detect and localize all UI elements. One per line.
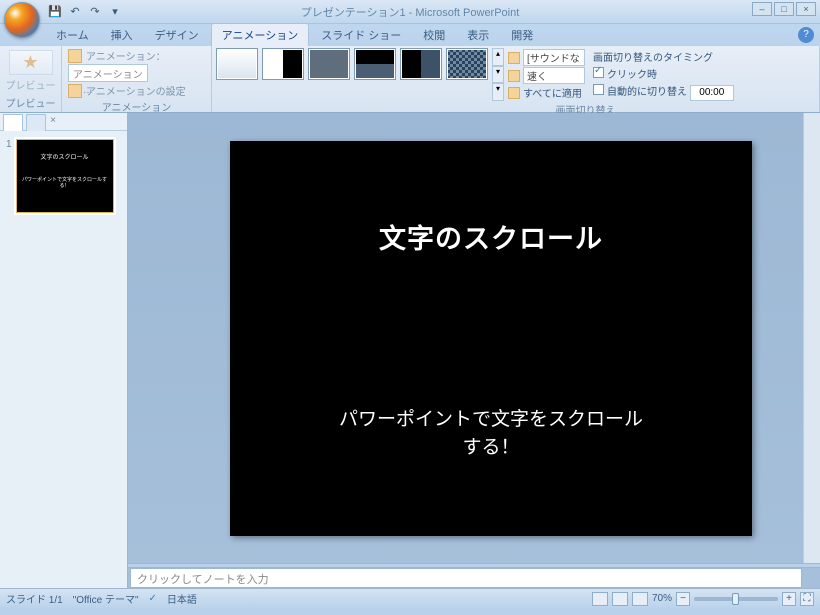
zoom-value[interactable]: 70% xyxy=(652,593,672,604)
animation-settings-row[interactable]: アニメーションの設定 xyxy=(68,83,205,98)
preview-icon[interactable]: ★ xyxy=(9,50,53,75)
slideshow-view-icon[interactable] xyxy=(632,592,648,606)
tab-slideshow[interactable]: スライド ショー xyxy=(311,24,411,46)
transition-none[interactable] xyxy=(216,48,258,80)
transition-gallery: ▴ ▾ ▾ xyxy=(216,48,504,101)
ribbon-tabs: ホーム 挿入 デザイン アニメーション スライド ショー 校閲 表示 開発 ? xyxy=(0,24,820,46)
apply-all-icon xyxy=(508,87,520,99)
status-slide: スライド 1/1 xyxy=(6,591,63,606)
close-button[interactable]: × xyxy=(796,2,816,16)
fit-window-icon[interactable]: ⛶ xyxy=(800,592,814,606)
slide-canvas[interactable]: 文字のスクロール パワーポイントで文字をスクロールする！ xyxy=(230,141,752,536)
window-title: プレゼンテーション1 - Microsoft PowerPoint xyxy=(301,4,520,20)
sorter-view-icon[interactable] xyxy=(612,592,628,606)
slide-panel: × 1 文字のスクロール パワーポイントで文字をスクロールする！ xyxy=(0,113,128,588)
ribbon-group-transition: ▴ ▾ ▾ [サウンドなし] 速く すべてに適用 画面切り替えのタイミング クリ… xyxy=(212,46,820,112)
tab-design[interactable]: デザイン xyxy=(145,24,209,46)
tab-animation[interactable]: アニメーション xyxy=(211,23,310,46)
slide-title-text[interactable]: 文字のスクロール xyxy=(379,217,603,256)
vertical-scrollbar[interactable] xyxy=(803,113,820,563)
animation-label: アニメーション： xyxy=(86,48,166,63)
maximize-button[interactable]: □ xyxy=(774,2,794,16)
notes-pane[interactable]: クリックしてノートを入力 xyxy=(130,568,802,588)
tab-review[interactable]: 校閲 xyxy=(413,24,455,46)
undo-icon[interactable]: ↶ xyxy=(66,3,84,21)
status-language[interactable]: 日本語 xyxy=(167,591,197,606)
zoom-slider[interactable] xyxy=(694,597,778,601)
thumb-title: 文字のスクロール xyxy=(41,152,89,161)
transition-fade3[interactable] xyxy=(354,48,396,80)
title-bar: 💾 ↶ ↷ ▾ プレゼンテーション1 - Microsoft PowerPoin… xyxy=(0,0,820,24)
help-icon[interactable]: ? xyxy=(798,27,814,43)
auto-row[interactable]: 自動的に切り替え xyxy=(593,83,734,101)
transition-fade4[interactable] xyxy=(400,48,442,80)
onclick-label: クリック時 xyxy=(607,70,657,81)
transition-fade2[interactable] xyxy=(308,48,350,80)
animation-row: アニメーション： xyxy=(68,48,205,63)
zoom-in-icon[interactable]: + xyxy=(782,592,796,606)
animation-dropdown[interactable]: アニメーションし… xyxy=(68,64,148,82)
animation-icon xyxy=(68,49,82,63)
ribbon: ★ プレビュー プレビュー アニメーション： アニメーションし… アニメーション… xyxy=(0,46,820,113)
minimize-button[interactable]: – xyxy=(752,2,772,16)
normal-view-icon[interactable] xyxy=(592,592,608,606)
thumb-body: パワーポイントで文字をスクロールする！ xyxy=(21,177,109,189)
tab-developer[interactable]: 開発 xyxy=(501,24,543,46)
editor-area: 文字のスクロール パワーポイントで文字をスクロールする！ クリックしてノートを入… xyxy=(128,113,820,588)
timing-group: 画面切り替えのタイミング クリック時 自動的に切り替え xyxy=(593,48,734,101)
auto-checkbox[interactable] xyxy=(593,84,604,95)
onclick-row[interactable]: クリック時 xyxy=(593,66,734,81)
panel-tabs: × xyxy=(0,113,127,131)
onclick-checkbox[interactable] xyxy=(593,67,604,78)
auto-label: 自動的に切り替え xyxy=(607,87,687,98)
qat-more-icon[interactable]: ▾ xyxy=(106,3,124,21)
thumbnail-wrap: 1 文字のスクロール パワーポイントで文字をスクロールする！ xyxy=(0,131,127,221)
speed-icon xyxy=(508,70,520,82)
sound-icon xyxy=(508,52,520,64)
zoom-out-icon[interactable]: − xyxy=(676,592,690,606)
apply-all-button[interactable]: すべてに適用 xyxy=(508,85,585,100)
tab-insert[interactable]: 挿入 xyxy=(101,24,143,46)
transition-options: [サウンドなし] 速く すべてに適用 xyxy=(508,48,585,101)
office-button[interactable] xyxy=(4,2,40,38)
preview-button-label: プレビュー xyxy=(4,75,57,94)
animation-settings-icon xyxy=(68,84,82,98)
apply-all-label: すべてに適用 xyxy=(523,85,582,100)
quick-access-toolbar: 💾 ↶ ↷ ▾ xyxy=(46,3,124,21)
timing-header: 画面切り替えのタイミング xyxy=(593,49,734,64)
transition-dissolve[interactable] xyxy=(446,48,488,80)
gallery-up-icon[interactable]: ▴ xyxy=(492,48,504,66)
window-buttons: – □ × xyxy=(752,2,816,16)
thumb-number: 1 xyxy=(6,139,12,213)
gallery-down-icon[interactable]: ▾ xyxy=(492,66,504,84)
transition-fade1[interactable] xyxy=(262,48,304,80)
gallery-more-icon[interactable]: ▾ xyxy=(492,83,504,101)
status-bar: スライド 1/1 "Office テーマ" ✓ 日本語 70% − + ⛶ xyxy=(0,588,820,608)
outline-tab[interactable] xyxy=(26,114,46,131)
slide-body-text[interactable]: パワーポイントで文字をスクロールする！ xyxy=(339,406,643,463)
sound-dropdown[interactable]: [サウンドなし] xyxy=(523,49,585,66)
group-label-preview: プレビュー xyxy=(4,94,57,112)
status-theme: "Office テーマ" xyxy=(73,591,139,606)
ribbon-group-animation: アニメーション： アニメーションし… アニメーションの設定 アニメーション xyxy=(62,46,212,112)
ribbon-group-preview: ★ プレビュー プレビュー xyxy=(0,46,62,112)
tab-home[interactable]: ホーム xyxy=(46,24,99,46)
zoom-handle[interactable] xyxy=(732,593,739,605)
slides-tab[interactable] xyxy=(3,114,23,131)
speed-dropdown[interactable]: 速く xyxy=(523,67,585,84)
status-right: 70% − + ⛶ xyxy=(592,592,814,606)
animation-settings-label: アニメーションの設定 xyxy=(86,83,186,98)
canvas-area[interactable]: 文字のスクロール パワーポイントで文字をスクロールする！ xyxy=(128,113,803,563)
panel-close-icon[interactable]: × xyxy=(46,115,60,129)
slide-thumbnail-1[interactable]: 文字のスクロール パワーポイントで文字をスクロールする！ xyxy=(16,139,114,213)
workspace: × 1 文字のスクロール パワーポイントで文字をスクロールする！ 文字のスクロー… xyxy=(0,113,820,588)
tab-view[interactable]: 表示 xyxy=(457,24,499,46)
redo-icon[interactable]: ↷ xyxy=(86,3,104,21)
save-icon[interactable]: 💾 xyxy=(46,3,64,21)
auto-time-input[interactable] xyxy=(690,85,734,101)
